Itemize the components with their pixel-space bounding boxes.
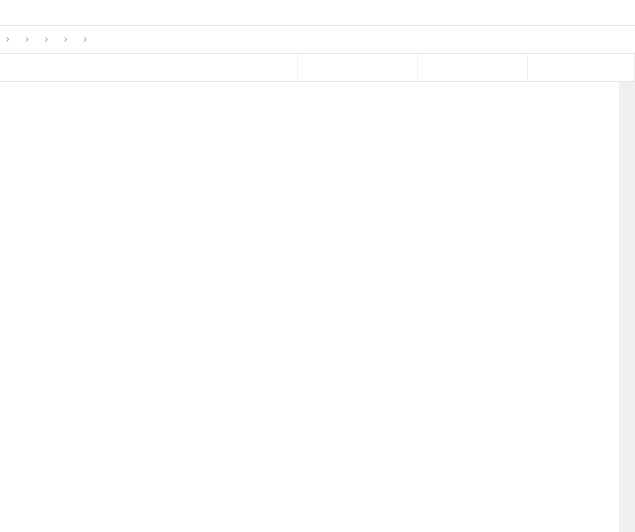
scrollbar[interactable] (619, 82, 635, 532)
toolbar (0, 0, 635, 26)
chevron-right-icon: › (23, 34, 30, 45)
column-header-name[interactable] (0, 54, 298, 81)
breadcrumb[interactable]: › › › › › (0, 26, 635, 54)
chevron-right-icon: › (62, 34, 69, 45)
column-header-date[interactable] (298, 54, 418, 81)
column-header-type[interactable] (418, 54, 528, 81)
chevron-right-icon: › (81, 34, 88, 45)
chevron-right-icon: › (4, 34, 11, 45)
column-headers (0, 54, 635, 82)
chevron-right-icon: › (43, 34, 50, 45)
column-header-size[interactable] (528, 54, 635, 81)
